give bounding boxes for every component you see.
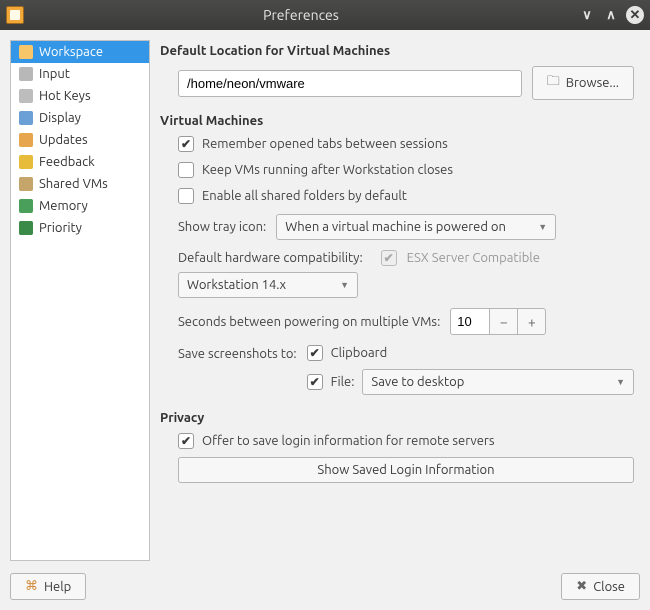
seconds-spinner[interactable]: − +: [450, 308, 546, 335]
tray-icon-select[interactable]: When a virtual machine is powered on ▼: [276, 214, 556, 240]
sidebar-item-label: Priority: [39, 221, 82, 235]
offer-save-label: Offer to save login information for remo…: [202, 434, 494, 448]
sidebar-item-shared-vms[interactable]: Shared VMs: [11, 173, 149, 195]
sidebar-item-input[interactable]: Input: [11, 63, 149, 85]
keep-running-checkbox[interactable]: [178, 162, 194, 178]
sidebar-item-priority[interactable]: Priority: [11, 217, 149, 239]
footer: ⌘ Help ✖ Close: [0, 565, 650, 610]
remember-tabs-checkbox[interactable]: [178, 136, 194, 152]
browse-label: Browse...: [566, 76, 619, 90]
close-icon[interactable]: ✕: [626, 6, 644, 24]
section-default-location: Default Location for Virtual Machines: [160, 44, 634, 58]
enable-shared-label: Enable all shared folders by default: [202, 189, 407, 203]
sidebar-item-memory[interactable]: Memory: [11, 195, 149, 217]
minus-button[interactable]: −: [490, 308, 518, 335]
sidebar-item-label: Updates: [39, 133, 88, 147]
maximize-icon[interactable]: ∧: [602, 6, 620, 24]
offer-save-checkbox[interactable]: [178, 433, 194, 449]
app-icon: [6, 6, 24, 24]
sidebar-item-label: Feedback: [39, 155, 95, 169]
save-screenshots-label: Save screenshots to:: [178, 345, 297, 361]
default-location-input[interactable]: [178, 70, 522, 97]
file-label: File:: [331, 375, 355, 389]
sidebar-item-workspace[interactable]: Workspace: [11, 41, 149, 63]
sidebar-item-label: Display: [39, 111, 81, 125]
file-location-value: Save to desktop: [371, 375, 464, 389]
chevron-down-icon: ▼: [616, 377, 625, 387]
sidebar-item-updates[interactable]: Updates: [11, 129, 149, 151]
section-privacy: Privacy: [160, 411, 634, 425]
sidebar-item-hot-keys[interactable]: Hot Keys: [11, 85, 149, 107]
memory-icon: [19, 199, 33, 213]
esx-label: ESX Server Compatible: [407, 251, 540, 265]
sidebar-item-label: Input: [39, 67, 70, 81]
sidebar: Workspace Input Hot Keys Display Updates Feed…: [10, 40, 150, 561]
chevron-down-icon: ▼: [340, 280, 349, 290]
keep-running-label: Keep VMs running after Workstation close…: [202, 163, 453, 177]
minimize-icon[interactable]: ∨: [578, 6, 596, 24]
plus-button[interactable]: +: [518, 308, 546, 335]
input-icon: [19, 67, 33, 81]
file-location-select[interactable]: Save to desktop ▼: [362, 369, 634, 395]
sidebar-item-label: Shared VMs: [39, 177, 108, 191]
file-checkbox[interactable]: [307, 374, 323, 390]
display-icon: [19, 111, 33, 125]
help-icon: ⌘: [25, 579, 38, 594]
sidebar-item-feedback[interactable]: Feedback: [11, 151, 149, 173]
workspace-icon: [19, 45, 33, 59]
section-virtual-machines: Virtual Machines: [160, 114, 634, 128]
remember-tabs-label: Remember opened tabs between sessions: [202, 137, 448, 151]
titlebar: Preferences ∨ ∧ ✕: [0, 0, 650, 30]
show-saved-label: Show Saved Login Information: [317, 463, 494, 477]
main-panel: Default Location for Virtual Machines 🗀 …: [158, 40, 640, 561]
sidebar-item-label: Workspace: [39, 45, 103, 59]
close-x-icon: ✖: [576, 579, 587, 594]
esx-checkbox: [381, 250, 397, 266]
priority-icon: [19, 221, 33, 235]
feedback-icon: [19, 155, 33, 169]
updates-icon: [19, 133, 33, 147]
help-button[interactable]: ⌘ Help: [10, 573, 86, 600]
seconds-label: Seconds between powering on multiple VMs…: [178, 315, 440, 329]
compat-value: Workstation 14.x: [187, 278, 286, 292]
seconds-input[interactable]: [450, 308, 490, 335]
clipboard-checkbox[interactable]: [307, 345, 323, 361]
tray-icon-value: When a virtual machine is powered on: [285, 220, 506, 234]
sidebar-item-label: Hot Keys: [39, 89, 91, 103]
window-title: Preferences: [24, 7, 578, 23]
clipboard-label: Clipboard: [331, 346, 388, 360]
chevron-down-icon: ▼: [538, 222, 547, 232]
help-label: Help: [44, 580, 71, 594]
window-controls: ∨ ∧ ✕: [578, 6, 644, 24]
shared-vms-icon: [19, 177, 33, 191]
browse-button[interactable]: 🗀 Browse...: [532, 66, 634, 100]
tray-icon-label: Show tray icon:: [178, 220, 266, 234]
compat-label: Default hardware compatibility:: [178, 251, 363, 265]
close-label: Close: [593, 580, 625, 594]
close-button[interactable]: ✖ Close: [561, 573, 640, 600]
hot-keys-icon: [19, 89, 33, 103]
compat-select[interactable]: Workstation 14.x ▼: [178, 272, 358, 298]
show-saved-login-button[interactable]: Show Saved Login Information: [178, 457, 634, 483]
folder-icon: 🗀: [547, 72, 560, 94]
sidebar-item-label: Memory: [39, 199, 88, 213]
enable-shared-checkbox[interactable]: [178, 188, 194, 204]
sidebar-item-display[interactable]: Display: [11, 107, 149, 129]
